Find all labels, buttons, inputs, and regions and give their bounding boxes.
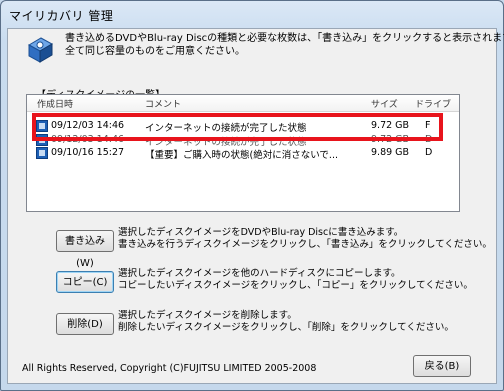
title-bar: マイリカバリ 管理: [1, 1, 503, 27]
window-title: マイリカバリ 管理: [9, 9, 114, 23]
write-button[interactable]: 書き込み(W): [56, 230, 114, 269]
disk-image-icon: [36, 147, 48, 159]
write-description: 選択したディスクイメージをDVDやBlu-ray Discに書き込みます。 書き…: [118, 227, 492, 250]
highlight-box: [32, 113, 443, 141]
column-header-size[interactable]: サイズ: [371, 97, 398, 110]
delete-description: 選択したディスクイメージを削除します。 削除したいディスクイメージをクリックし、…: [118, 310, 454, 333]
list-header: 作成日時 コメント サイズ ドライブ: [27, 95, 459, 112]
row-drive: D: [425, 147, 433, 158]
list-item[interactable]: 09/10/16 15:27 【重要】ご購入時の状態(絶対に消さないで... 9…: [27, 146, 459, 161]
back-button[interactable]: 戻る(B): [413, 355, 471, 377]
delete-button[interactable]: 削除(D): [56, 313, 114, 335]
copyright-text: All Rights Reserved, Copyright (C)FUJITS…: [22, 363, 317, 374]
row-size: 9.89 GB: [371, 147, 410, 158]
row-date: 09/10/16 15:27: [51, 147, 125, 158]
column-header-date[interactable]: 作成日時: [37, 97, 73, 110]
intro-text: 書き込めるDVDやBlu-ray Discの種類と必要な枚数は、「書き込み」をク…: [65, 33, 504, 57]
disk-manager-icon: [27, 37, 54, 63]
column-header-comment[interactable]: コメント: [145, 97, 181, 110]
copy-button[interactable]: コピー(C): [56, 271, 114, 293]
disk-image-list[interactable]: 作成日時 コメント サイズ ドライブ 09/12/03 14:46 インターネッ…: [26, 94, 460, 212]
copy-description: 選択したディスクイメージを他のハードディスクにコピーします。 コピーしたいディス…: [118, 268, 473, 291]
row-comment: 【重要】ご購入時の状態(絶対に消さないで...: [145, 150, 338, 161]
column-header-drive[interactable]: ドライブ: [415, 97, 451, 110]
